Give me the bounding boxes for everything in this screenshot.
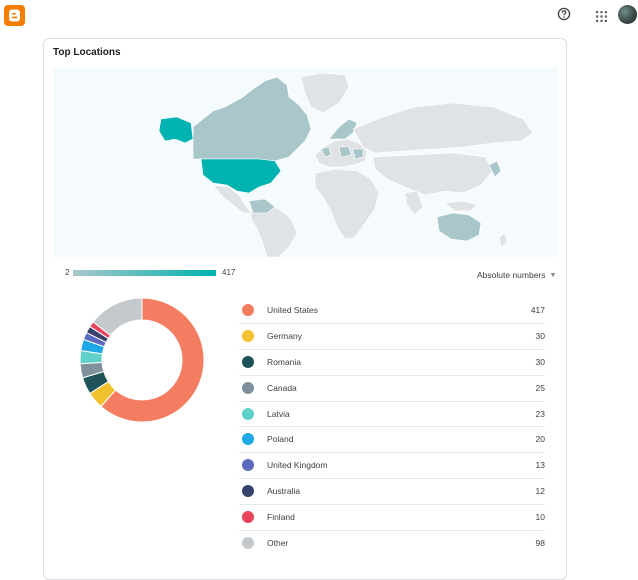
location-count: 30 [535, 330, 545, 341]
legend-color-dot [242, 511, 254, 524]
map-legend-min: 2 [65, 268, 70, 277]
location-row: Other 98 [239, 531, 545, 557]
display-mode-value: Absolute numbers [477, 270, 546, 280]
legend-color-dot [242, 304, 254, 316]
legend-color-dot [242, 381, 254, 394]
locations-list: United States 417 Germany 30 Romania 30 Canada… [239, 298, 545, 557]
top-locations-card: Top Locations 2 417 Absolute numbers ▼ U… [43, 38, 567, 580]
location-name: Canada [267, 382, 297, 393]
location-count: 10 [535, 512, 545, 523]
location-row: Finland 10 [239, 505, 545, 532]
user-avatar[interactable] [618, 5, 637, 24]
apps-grid-icon[interactable] [596, 9, 607, 22]
location-count: 417 [530, 305, 545, 315]
location-row: Germany 30 [239, 324, 545, 350]
legend-color-dot [242, 537, 254, 550]
location-row: Romania 30 [239, 350, 545, 376]
location-name: Finland [267, 512, 295, 523]
legend-color-dot [242, 329, 254, 342]
map-legend-max: 417 [222, 268, 236, 277]
location-name: United States [267, 305, 319, 315]
location-row: Latvia 23 [239, 402, 545, 428]
locations-donut-chart[interactable] [77, 295, 207, 425]
legend-color-dot [242, 355, 254, 368]
location-count: 30 [535, 356, 545, 367]
location-name: Germany [267, 330, 302, 341]
location-count: 20 [535, 434, 545, 445]
location-name: Latvia [267, 408, 290, 419]
legend-color-dot [242, 459, 254, 472]
location-name: Australia [267, 486, 301, 497]
location-count: 23 [535, 408, 545, 419]
location-name: Poland [267, 434, 294, 445]
dropdown-caret-icon: ▼ [549, 272, 557, 279]
location-count: 25 [535, 382, 545, 393]
location-count: 98 [535, 538, 545, 549]
location-name: United Kingdom [267, 460, 328, 471]
legend-color-dot [242, 485, 254, 498]
top-app-bar [0, 0, 638, 33]
location-row: Australia 12 [239, 479, 545, 506]
location-name: Other [267, 538, 289, 549]
location-row: Canada 25 [239, 376, 545, 402]
blogger-logo-icon[interactable] [4, 5, 25, 26]
location-count: 12 [535, 486, 545, 497]
location-row: Poland 20 [239, 427, 545, 454]
help-circle-icon[interactable] [557, 7, 571, 21]
location-row: United States 417 [239, 298, 545, 324]
location-count: 13 [535, 460, 545, 471]
card-title: Top Locations [53, 47, 121, 58]
world-map[interactable]: 2 417 [53, 67, 558, 277]
legend-color-dot [242, 433, 254, 446]
display-mode-dropdown[interactable]: Absolute numbers ▼ [477, 270, 556, 280]
location-name: Romania [267, 356, 302, 367]
legend-color-dot [242, 407, 254, 420]
map-legend-gradient [73, 270, 216, 276]
location-row: United Kingdom 13 [239, 453, 545, 480]
world-map-svg [158, 72, 534, 257]
